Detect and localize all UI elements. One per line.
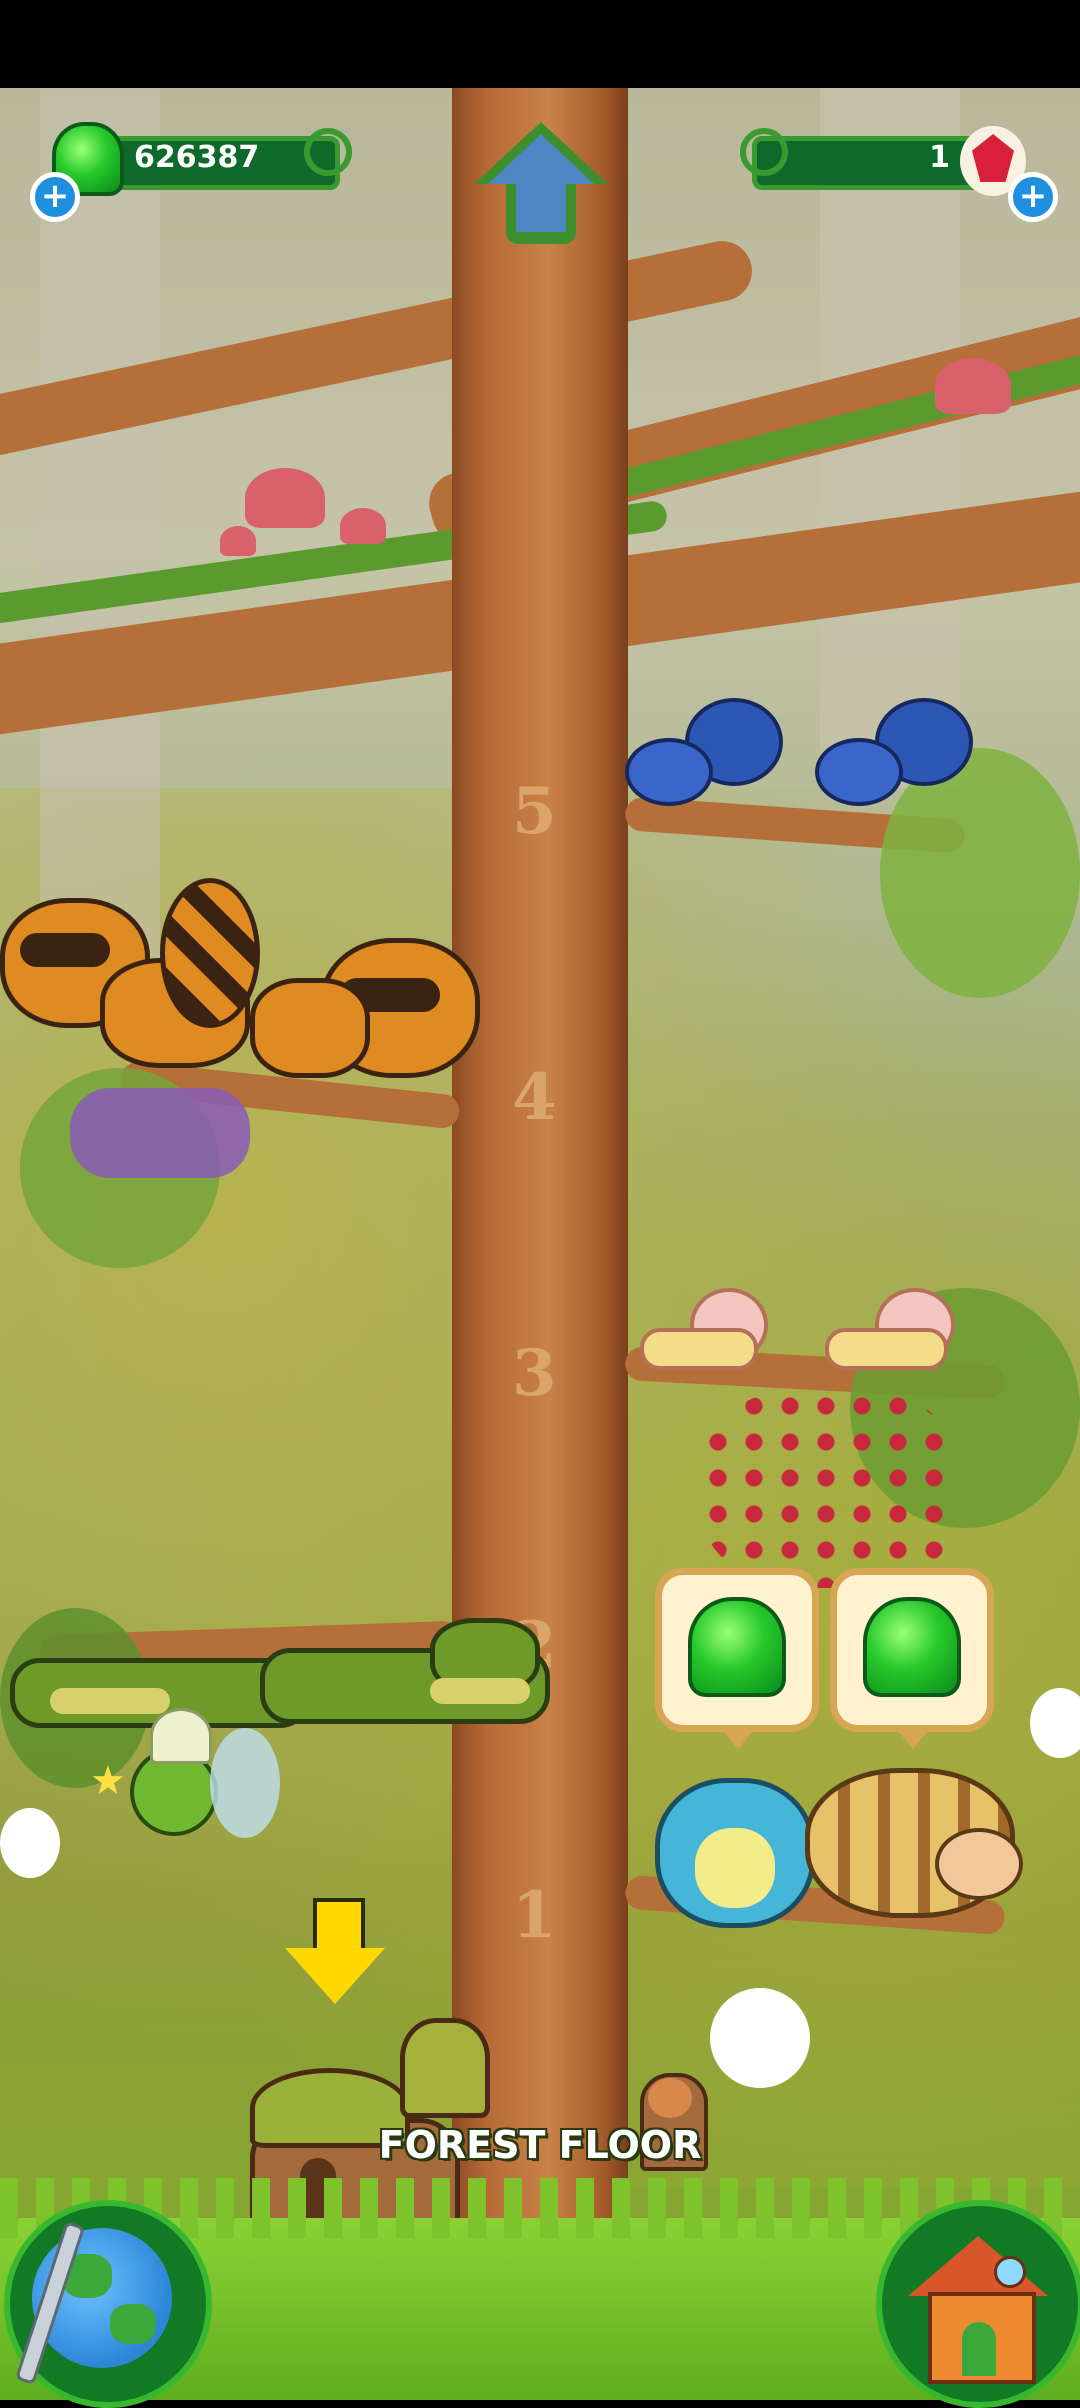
snail-creature[interactable]	[640, 1288, 768, 1370]
gem-count: 1	[929, 140, 950, 175]
jelly-icon	[863, 1597, 961, 1697]
down-arrow-icon[interactable]	[285, 1898, 385, 2008]
mushroom	[340, 508, 386, 544]
jelly-count: 626387	[134, 140, 260, 175]
location-label: FOREST FLOOR	[378, 2123, 702, 2167]
vine-decoration	[304, 128, 352, 176]
level-number-5: 5	[512, 774, 557, 849]
jelly-collect-bubble[interactable]	[655, 1568, 819, 1749]
level-number-4: 4	[512, 1060, 557, 1135]
background-tree-trunk	[40, 88, 160, 988]
level-number-1: 1	[512, 1878, 557, 1953]
star-icon: ★	[90, 1758, 126, 1804]
white-flower	[710, 1988, 810, 2088]
world-map-button[interactable]	[4, 2200, 212, 2408]
add-gem-button[interactable]: +	[1008, 172, 1058, 222]
white-flower	[0, 1808, 60, 1878]
jelly-icon	[688, 1597, 786, 1697]
mushroom	[245, 468, 325, 528]
mushroom	[220, 526, 256, 556]
red-gem-icon	[972, 134, 1014, 182]
fairy-character[interactable]: ★	[90, 1708, 290, 1908]
raccoon-creature[interactable]	[250, 928, 480, 1088]
house-icon	[908, 2236, 1048, 2384]
blue-spider-creature[interactable]	[615, 698, 783, 808]
raccoon-creature[interactable]	[0, 878, 260, 1068]
snail-creature[interactable]	[825, 1288, 955, 1370]
mushroom	[935, 358, 1011, 414]
purple-flowers	[70, 1088, 250, 1178]
blue-spider-creature[interactable]	[805, 698, 973, 808]
frog-creature[interactable]	[635, 1768, 815, 1928]
add-jelly-button[interactable]: +	[30, 172, 80, 222]
red-berries	[700, 1388, 960, 1588]
status-bar	[0, 0, 1080, 88]
cat-creature[interactable]	[648, 2078, 692, 2118]
jelly-collect-bubble[interactable]	[830, 1568, 994, 1749]
home-button[interactable]	[876, 2200, 1080, 2408]
crocodile-creature[interactable]	[260, 1618, 550, 1728]
vine-decoration	[740, 128, 788, 176]
plus-icon: +	[1018, 176, 1048, 216]
game-scene: 5 4 3 2 1	[0, 88, 1080, 2400]
gem-counter-bar	[752, 136, 992, 190]
up-arrow-button[interactable]	[474, 122, 608, 252]
level-number-3: 3	[512, 1336, 557, 1411]
chipmunk-creature[interactable]	[805, 1758, 1023, 1918]
plus-icon: +	[40, 176, 70, 216]
